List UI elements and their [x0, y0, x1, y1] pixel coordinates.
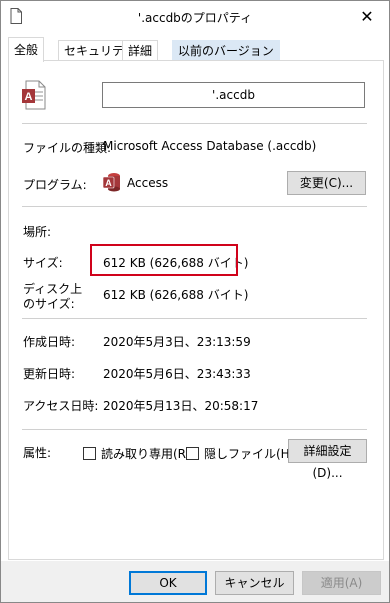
- cancel-button[interactable]: キャンセル: [215, 571, 294, 595]
- checkbox-box[interactable]: [83, 447, 96, 460]
- filename-field[interactable]: '.accdb: [102, 82, 365, 108]
- close-button[interactable]: ✕: [349, 3, 385, 29]
- created-label: 作成日時:: [23, 335, 76, 349]
- tab-bar: 全般 セキュリティ 詳細 以前のバージョン: [8, 37, 384, 62]
- file-type-value: Microsoft Access Database (.accdb): [103, 139, 317, 153]
- modified-value: 2020年5月6日、23:43:33: [103, 367, 251, 381]
- divider: [22, 206, 367, 207]
- checkbox-box[interactable]: [186, 447, 199, 460]
- attributes-label: 属性:: [23, 446, 52, 460]
- change-program-button[interactable]: 変更(C)...: [287, 171, 366, 195]
- title-bar: '.accdbのプロパティ ✕: [1, 1, 389, 33]
- tab-details[interactable]: 詳細: [122, 40, 159, 61]
- svg-text:A: A: [25, 91, 33, 103]
- svg-text:A: A: [105, 178, 112, 188]
- disk-size-value: 612 KB (626,688 バイト): [103, 288, 249, 302]
- hidden-label: 隠しファイル(H): [204, 447, 295, 461]
- divider: [22, 318, 367, 319]
- modified-label: 更新日時:: [23, 367, 76, 381]
- accessed-label: アクセス日時:: [23, 399, 99, 413]
- advanced-button[interactable]: 詳細設定(D)...: [288, 439, 367, 480]
- tab-general[interactable]: 全般: [8, 37, 45, 62]
- divider: [22, 123, 367, 124]
- divider: [22, 429, 367, 430]
- size-label: サイズ:: [23, 256, 63, 270]
- window-title: '.accdbのプロパティ: [137, 11, 253, 25]
- hidden-checkbox[interactable]: 隠しファイル(H): [186, 445, 294, 462]
- disk-size-label: ディスク上 のサイズ:: [23, 282, 82, 312]
- readonly-label: 読み取り専用(R): [101, 447, 191, 461]
- access-app-icon: A: [103, 173, 120, 192]
- program-label: プログラム:: [23, 178, 87, 192]
- close-icon: ✕: [360, 6, 374, 26]
- size-highlight-box: [90, 244, 238, 276]
- program-value: Access: [127, 176, 169, 190]
- properties-dialog: '.accdbのプロパティ ✕ 全般 セキュリティ 詳細 以前のバージョン A …: [0, 0, 390, 603]
- accessed-value: 2020年5月13日、20:58:17: [103, 399, 259, 413]
- disk-size-label-line1: ディスク上: [23, 282, 83, 296]
- tab-previous-versions[interactable]: 以前のバージョン: [172, 40, 280, 61]
- disk-size-label-line2: のサイズ:: [23, 297, 75, 311]
- apply-button[interactable]: 適用(A): [302, 571, 381, 595]
- file-type-label: ファイルの種類:: [23, 141, 112, 155]
- created-value: 2020年5月3日、23:13:59: [103, 335, 251, 349]
- location-label: 場所:: [23, 225, 52, 239]
- readonly-checkbox[interactable]: 読み取り専用(R): [83, 445, 191, 462]
- button-bar: OK キャンセル 適用(A): [1, 561, 389, 602]
- access-file-icon: A: [22, 80, 46, 110]
- ok-button[interactable]: OK: [129, 571, 207, 595]
